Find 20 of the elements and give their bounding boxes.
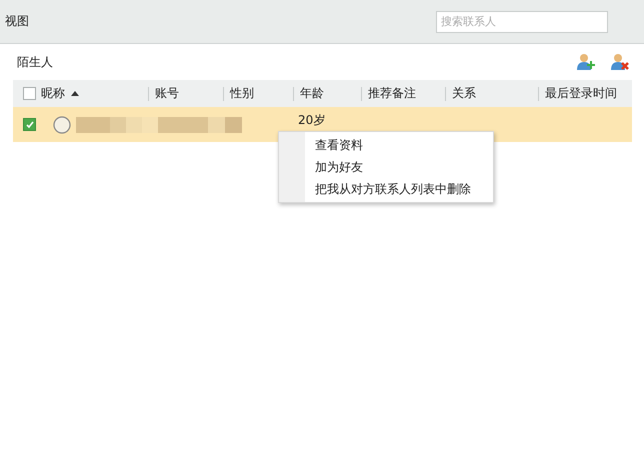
add-contact-icon[interactable] [576, 52, 596, 72]
column-header[interactable]: 性别 [230, 85, 254, 102]
column-header[interactable]: 账号 [155, 85, 179, 102]
check-icon [24, 120, 34, 130]
window-title: 视图 [5, 13, 29, 30]
sort-ascending-icon [71, 91, 79, 96]
column-header[interactable]: 昵称 [41, 85, 79, 102]
age-cell: 20岁 [298, 113, 326, 127]
group-title: 陌生人 [17, 54, 53, 70]
remove-contact-icon[interactable] [610, 52, 630, 72]
row-checkbox[interactable] [23, 118, 36, 131]
menu-item[interactable]: 把我从对方联系人列表中删除 [279, 178, 493, 200]
avatar-icon [52, 114, 72, 134]
column-header[interactable]: 关系 [452, 85, 476, 102]
column-header[interactable]: 最后登录时间 [545, 85, 617, 102]
column-header[interactable]: 推荐备注 [368, 85, 416, 102]
menu-item[interactable]: 加为好友 [279, 156, 493, 178]
search-field[interactable]: 搜索联系人 [436, 10, 608, 32]
column-header[interactable]: 年龄 [300, 85, 324, 102]
select-all-checkbox[interactable] [23, 87, 36, 100]
